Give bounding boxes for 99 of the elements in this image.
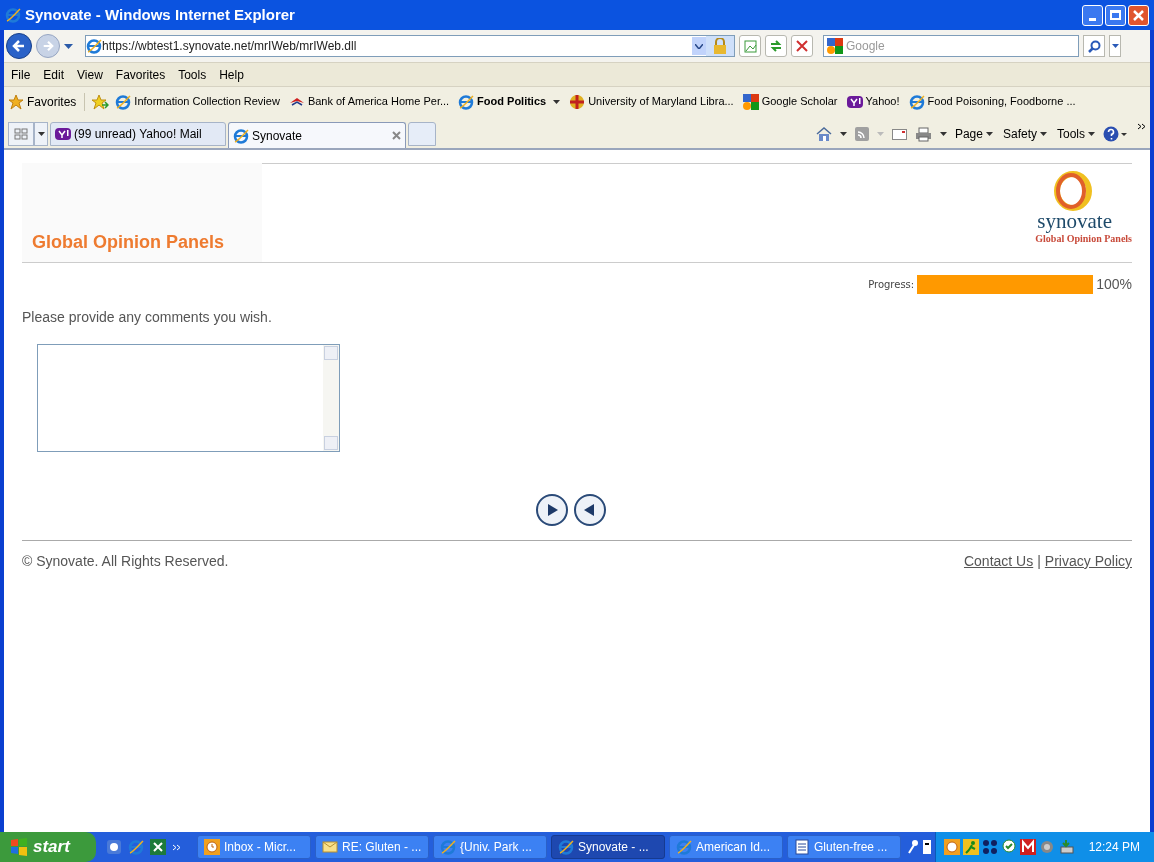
menu-item[interactable]: Favorites — [115, 65, 166, 84]
minimize-button[interactable] — [1082, 4, 1103, 26]
forward-arrow-icon — [42, 40, 54, 52]
search-options-button[interactable] — [1109, 35, 1121, 57]
favorites-link[interactable]: University of Maryland Libra... — [569, 93, 734, 110]
spreadsheet-icon[interactable] — [150, 839, 166, 855]
home-icon[interactable] — [815, 126, 832, 142]
start-button[interactable]: start — [0, 832, 96, 862]
feed-icon[interactable] — [854, 127, 869, 141]
refresh-icon[interactable] — [765, 35, 787, 57]
separator-text: | — [1037, 552, 1041, 571]
back-button[interactable] — [6, 33, 32, 59]
maximize-button[interactable] — [1105, 4, 1126, 26]
dropdown-caret-icon[interactable] — [692, 37, 706, 55]
address-field[interactable]: https://wbtest1.synovate.net/mrIWeb/mrIWeb.dll — [85, 35, 735, 57]
scrollbar[interactable] — [323, 345, 339, 451]
chevron-icon[interactable] — [1137, 123, 1146, 130]
window-title: Synovate - Windows Internet Explorer — [25, 4, 295, 25]
search-field[interactable]: Google — [823, 35, 1079, 57]
dropdown-caret-icon[interactable] — [939, 132, 947, 136]
taskbar-button[interactable]: {Univ. Park ... — [433, 835, 547, 859]
favorites-link[interactable]: Food Poisoning, Foodborne ... — [908, 93, 1076, 110]
back-triangle-icon — [583, 503, 597, 517]
comment-box[interactable] — [37, 344, 340, 452]
footer-link[interactable]: Contact Us — [963, 551, 1034, 572]
caret-icon — [37, 132, 45, 136]
back-button[interactable] — [574, 494, 606, 526]
close-icon[interactable] — [392, 131, 401, 140]
stop-icon[interactable] — [791, 35, 813, 57]
runner-icon[interactable] — [962, 839, 979, 855]
network-icon[interactable] — [1057, 839, 1074, 855]
taskbar-button[interactable]: Inbox - Micr... — [197, 835, 311, 859]
caret-icon — [1111, 44, 1119, 48]
dropdown-caret-icon[interactable] — [839, 132, 847, 136]
microphone-icon[interactable] — [907, 839, 919, 855]
favorites-button[interactable]: Favorites — [8, 92, 86, 111]
minimize-icon — [1089, 17, 1096, 21]
close-icon — [1132, 8, 1145, 22]
menu-item[interactable]: File — [11, 65, 31, 84]
favorites-link[interactable]: Food Politics — [458, 93, 561, 110]
windows-logo-icon — [10, 838, 28, 856]
close-button[interactable] — [1128, 4, 1149, 26]
progress-percent: 100% — [1096, 275, 1132, 294]
back-arrow-icon — [12, 39, 26, 53]
command-menu-button[interactable]: Page — [954, 125, 993, 143]
clock-text: 12:24 PM — [1088, 839, 1140, 856]
footer-link[interactable]: Privacy Policy — [1044, 551, 1132, 572]
clock-icon[interactable] — [943, 839, 960, 855]
question-text: Please provide any comments you wish. — [22, 308, 273, 327]
tab-list-button[interactable] — [34, 122, 48, 146]
caret-icon — [985, 132, 993, 136]
menu-item[interactable]: Help — [219, 65, 244, 84]
logo-tagline: Global Opinion Panels — [1035, 233, 1132, 246]
ring-logo-icon — [1052, 171, 1094, 211]
caret-icon — [1040, 132, 1047, 136]
taskbar-button[interactable]: Gluten-free ... — [787, 835, 901, 859]
google-icon — [827, 38, 843, 54]
app-icon[interactable] — [106, 839, 122, 855]
menu-item[interactable]: View — [77, 65, 103, 84]
menu-item[interactable]: Tools — [178, 65, 207, 84]
caret-icon — [553, 99, 561, 104]
logo-wordmark: synovate — [1037, 211, 1112, 231]
search-icon — [1087, 39, 1101, 53]
progress-label: Progress: — [868, 278, 915, 292]
taskbar-button[interactable]: Synovate - ... — [551, 835, 665, 859]
search-button[interactable] — [1083, 35, 1105, 57]
search-input[interactable]: Google — [846, 37, 1078, 55]
crest-icon — [569, 93, 586, 110]
next-button[interactable] — [536, 494, 568, 526]
taskbar-button[interactable]: RE: Gluten - ... — [315, 835, 429, 859]
yahoo-icon — [846, 93, 863, 110]
browser-tab[interactable]: Synovate — [228, 122, 406, 148]
grid-icon — [14, 128, 28, 140]
caret-icon — [1088, 132, 1095, 136]
document-icon — [794, 839, 810, 855]
printer-icon[interactable] — [914, 126, 932, 142]
dropdown-caret-icon[interactable] — [64, 43, 73, 49]
clock-icon — [204, 839, 220, 855]
command-menu-button[interactable]: Tools — [1057, 125, 1095, 143]
maximize-icon — [1110, 10, 1121, 20]
favorites-link[interactable]: Google Scholar — [742, 93, 838, 110]
command-menu-button[interactable]: Safety — [1002, 125, 1047, 143]
favorites-link[interactable]: Bank of America Home Per... — [288, 93, 450, 110]
favorites-link[interactable]: Yahoo! — [846, 93, 900, 110]
menu-item[interactable]: Edit — [43, 65, 65, 84]
help-icon[interactable] — [1103, 126, 1127, 142]
star-icon — [8, 93, 24, 110]
browser-tab[interactable]: (99 unread) Yahoo! Mail — [50, 122, 226, 146]
favorites-link[interactable]: Information Collection Review — [115, 93, 280, 110]
taskbar-button[interactable]: American Id... — [669, 835, 783, 859]
mail-icon[interactable] — [891, 128, 907, 140]
yahoo-icon — [55, 126, 71, 142]
envelope-icon — [322, 839, 338, 855]
add-favorite-icon[interactable] — [91, 93, 110, 110]
google-icon — [742, 93, 759, 110]
play-icon — [545, 503, 559, 517]
dots-icon[interactable] — [981, 839, 998, 855]
brand-title: Global Opinion Panels — [32, 231, 225, 254]
copyright-text: © Synovate. All Rights Reserved. — [22, 552, 229, 571]
